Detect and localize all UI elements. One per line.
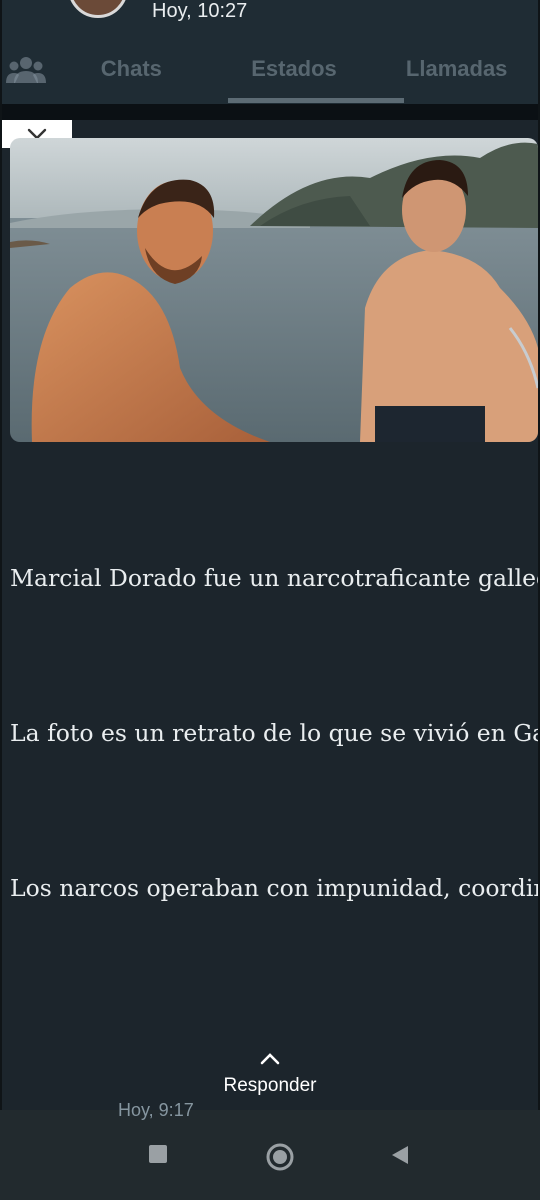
next-status-time: Hoy, 9:17 <box>118 1100 194 1120</box>
tab-bar: Chats Estados Llamadas <box>2 44 538 94</box>
reply-button[interactable]: Responder <box>0 1050 540 1097</box>
chevron-up-icon <box>260 1053 280 1065</box>
active-tab-indicator <box>228 98 404 103</box>
reply-label: Responder <box>223 1075 317 1096</box>
community-icon[interactable] <box>2 55 50 83</box>
caption-paragraph: Marcial Dorado fue un narcotraficante ga… <box>10 564 538 592</box>
status-caption: Marcial Dorado fue un narcotraficante ga… <box>10 476 538 1096</box>
triangle-back-icon[interactable] <box>390 1144 410 1171</box>
status-avatar[interactable] <box>68 0 128 18</box>
header-divider <box>2 104 538 120</box>
tab-estados[interactable]: Estados <box>213 56 376 82</box>
caption-paragraph: La foto es un retrato de lo que se vivió… <box>10 719 538 747</box>
status-photo <box>10 138 538 442</box>
status-time: Hoy, 10:27 <box>152 0 248 22</box>
app-header: Hoy, 10:27 Chats Estados Llamadas <box>2 0 538 104</box>
circle-icon[interactable] <box>265 1142 295 1177</box>
caption-paragraph: Los narcos operaban con impunidad, coord… <box>10 874 538 902</box>
tab-chats[interactable]: Chats <box>50 56 213 82</box>
tab-llamadas[interactable]: Llamadas <box>375 56 538 82</box>
square-icon[interactable] <box>148 1144 168 1169</box>
